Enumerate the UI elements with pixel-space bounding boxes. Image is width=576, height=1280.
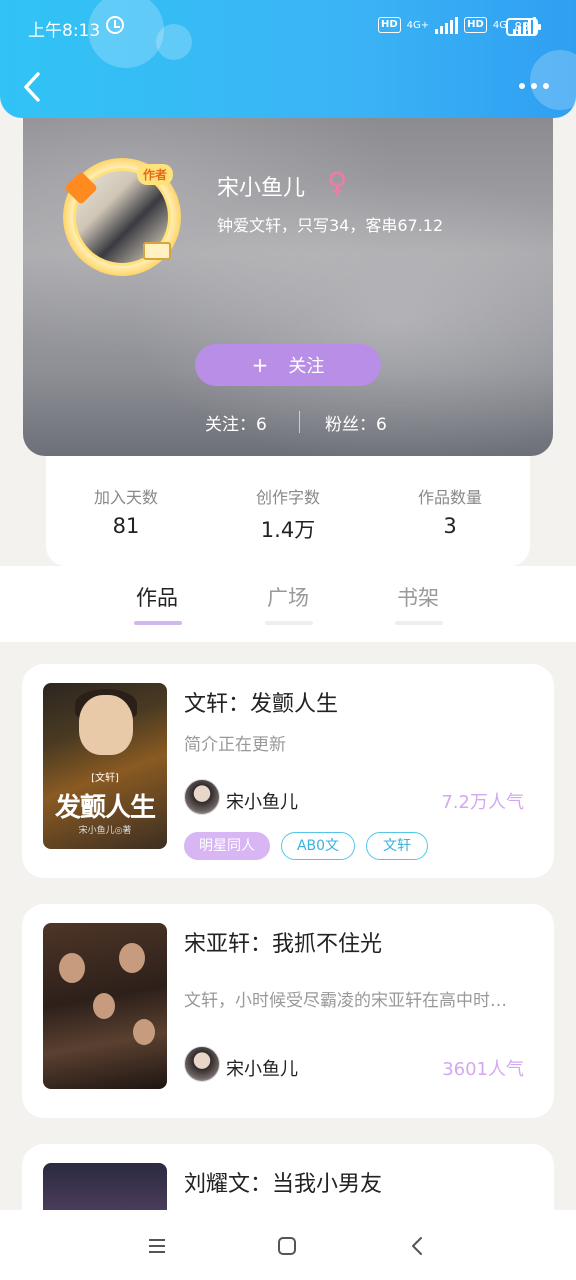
tab-bookshelf[interactable]: 书架 xyxy=(373,582,463,612)
author-avatar xyxy=(184,779,220,815)
stat-label: 加入天数 xyxy=(93,488,158,507)
status-bar: 上午8:13 HD 4G+ HD 4G 83 xyxy=(0,0,576,56)
top-header: 上午8:13 HD 4G+ HD 4G 83 xyxy=(0,0,576,118)
book-icon xyxy=(143,242,171,260)
author-avatar xyxy=(184,1046,220,1082)
cover-figure xyxy=(79,695,133,755)
stat-value: 1.4万 xyxy=(260,518,316,542)
status-time: 上午8:13 xyxy=(28,21,101,41)
tab-square[interactable]: 广场 xyxy=(243,582,333,612)
follow-label: 关注 xyxy=(288,356,325,377)
nav-back-icon[interactable] xyxy=(406,1234,430,1258)
network-label: 4G+ xyxy=(406,19,430,31)
book-cover[interactable] xyxy=(43,1163,167,1210)
popularity: 3601人气 xyxy=(442,1059,524,1080)
stats-card: 加入天数 81 创作字数 1.4万 作品数量 3 xyxy=(46,456,530,566)
battery-icon: 83 xyxy=(506,18,541,36)
work-card[interactable]: 宋亚轩：我抓不住光 文轩，小时候受尽霸凌的宋亚轩在高中时… 宋小鱼儿 3601人… xyxy=(22,904,554,1118)
stat-label: 创作字数 xyxy=(255,488,320,507)
cover-figure xyxy=(59,953,85,983)
divider xyxy=(299,411,300,433)
home-icon[interactable] xyxy=(275,1234,299,1258)
work-description: 简介正在更新 xyxy=(184,735,286,755)
plus-icon: + xyxy=(251,353,269,377)
follow-button[interactable]: + 关注 xyxy=(195,344,381,386)
signal-icon xyxy=(435,16,459,34)
stat-label: 作品数量 xyxy=(417,488,482,507)
user-name: 宋小鱼儿 xyxy=(217,176,306,201)
stat-works-count: 作品数量 3 xyxy=(370,484,530,538)
cover-figure xyxy=(119,943,145,973)
work-title[interactable]: 宋亚轩：我抓不住光 xyxy=(184,926,382,958)
stat-word-count: 创作字数 1.4万 xyxy=(208,484,368,544)
network-label: 4G xyxy=(492,19,507,31)
more-icon[interactable] xyxy=(516,76,552,96)
cover-title: 发颤人生 xyxy=(54,793,156,823)
author-name: 宋小鱼儿 xyxy=(226,1059,298,1080)
work-title[interactable]: 刘耀文：当我小男友 xyxy=(184,1166,382,1198)
stat-value: 3 xyxy=(443,514,457,538)
hd-badge: HD xyxy=(464,17,487,33)
user-bio: 钟爱文轩，只写34，客串67.12 xyxy=(217,216,444,235)
tab-indicator xyxy=(134,621,182,625)
back-icon[interactable] xyxy=(18,70,48,104)
fans-count[interactable]: 粉丝：6 xyxy=(325,410,387,435)
cover-figure xyxy=(93,993,115,1019)
cover-figure xyxy=(133,1019,155,1045)
tag[interactable]: 明星同人 xyxy=(184,832,270,860)
tab-indicator xyxy=(395,621,443,625)
cover-subtitle: [文轩] xyxy=(91,773,119,784)
tag[interactable]: AB0文 xyxy=(281,832,355,860)
system-nav-bar xyxy=(0,1210,576,1280)
tab-indicator xyxy=(265,621,313,625)
cover-author: 宋小鱼儿◎著 xyxy=(78,826,132,836)
work-title[interactable]: 文轩：发颤人生 xyxy=(184,686,338,718)
alarm-icon xyxy=(106,16,124,34)
stat-value: 81 xyxy=(112,514,140,538)
popularity: 7.2万人气 xyxy=(441,792,524,813)
tag[interactable]: 文轩 xyxy=(366,832,428,860)
author-name: 宋小鱼儿 xyxy=(226,792,298,813)
tab-works[interactable]: 作品 xyxy=(112,582,202,612)
book-cover[interactable]: [文轩] 发颤人生 宋小鱼儿◎著 xyxy=(43,683,167,849)
avatar-frame[interactable]: 作者 xyxy=(63,158,181,276)
work-description: 文轩，小时候受尽霸凌的宋亚轩在高中时… xyxy=(184,991,507,1011)
work-card[interactable]: [文轩] 发颤人生 宋小鱼儿◎著 文轩：发颤人生 简介正在更新 宋小鱼儿 7.2… xyxy=(22,664,554,878)
hd-badge: HD xyxy=(378,17,401,33)
profile-card: 作者 宋小鱼儿 ♀ 钟爱文轩，只写34，客串67.12 + 关注 关注：6 粉丝：… xyxy=(23,118,553,456)
stat-join-days: 加入天数 81 xyxy=(46,484,206,538)
work-card[interactable]: 刘耀文：当我小男友 xyxy=(22,1144,554,1210)
following-count[interactable]: 关注：6 xyxy=(205,410,267,435)
menu-icon[interactable] xyxy=(145,1234,169,1258)
female-icon: ♀ xyxy=(327,166,348,199)
author-tag: 作者 xyxy=(137,164,174,185)
book-cover[interactable] xyxy=(43,923,167,1089)
